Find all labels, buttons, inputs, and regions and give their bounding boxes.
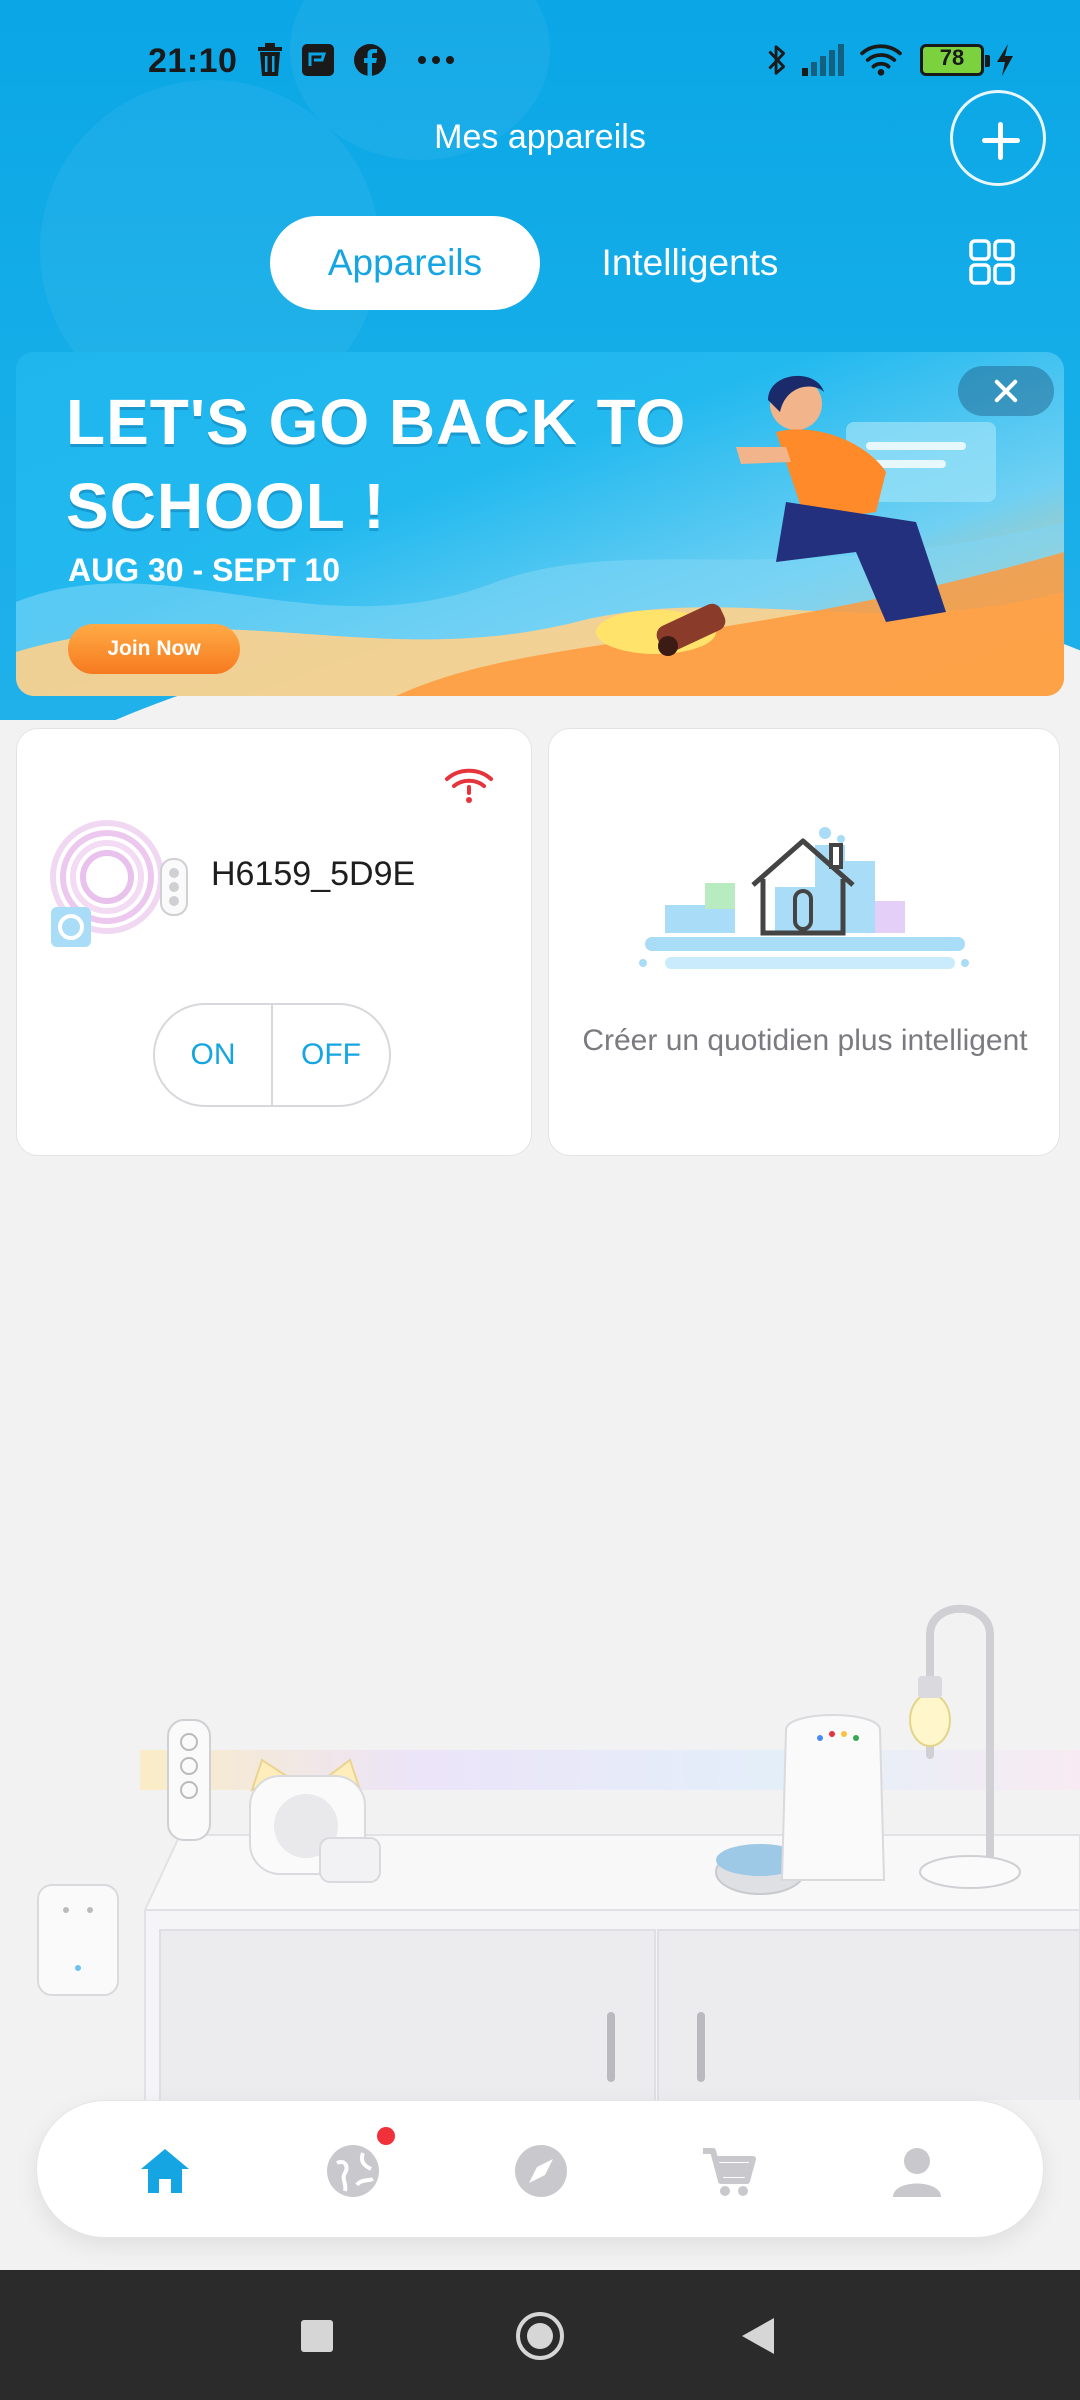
system-nav-bar xyxy=(0,2270,1080,2400)
page-title: Mes appareils xyxy=(434,118,646,156)
light-strip-icon xyxy=(50,820,188,947)
trash-icon xyxy=(258,43,282,76)
user-icon[interactable] xyxy=(887,2141,947,2201)
more-icon xyxy=(418,56,454,64)
banner-dates: AUG 30 - SEPT 10 xyxy=(68,552,341,588)
on-button[interactable]: ON xyxy=(155,1005,271,1105)
home-button[interactable] xyxy=(516,2312,564,2360)
smart-card-text: Créer un quotidien plus intelligent xyxy=(582,1024,1028,1057)
banner-headline-line1: LET'S GO BACK TO xyxy=(66,386,687,458)
bluetooth-icon xyxy=(768,45,786,75)
app-icon xyxy=(302,44,334,76)
home-icon[interactable] xyxy=(135,2141,195,2201)
banner-headline: LET'S GO BACK TO SCHOOL ! xyxy=(66,380,686,548)
battery-level: 78 xyxy=(939,45,965,70)
empty-state-illustration xyxy=(37,1604,1080,2100)
close-icon[interactable] xyxy=(958,366,1054,416)
bottom-nav xyxy=(36,2100,1044,2238)
wifi-disconnected-icon xyxy=(445,768,493,803)
cart-icon[interactable] xyxy=(699,2141,759,2201)
charging-icon xyxy=(997,44,1013,76)
status-bar: 21:10 78 xyxy=(0,30,1080,94)
battery-icon: 78 xyxy=(920,44,990,76)
tab-appareils[interactable]: Appareils xyxy=(270,216,540,310)
signal-icon xyxy=(802,44,844,76)
recents-button[interactable] xyxy=(301,2320,333,2352)
off-button[interactable]: OFF xyxy=(273,1005,389,1105)
device-name: H6159_5D9E xyxy=(211,855,416,893)
grid-icon[interactable] xyxy=(968,238,1016,286)
power-toggle: ON OFF xyxy=(153,1003,391,1107)
wifi-icon xyxy=(860,44,902,76)
status-time: 21:10 xyxy=(148,42,238,80)
smart-routine-card[interactable]: Créer un quotidien plus intelligent xyxy=(548,728,1060,1156)
device-card[interactable]: H6159_5D9E ON OFF xyxy=(16,728,532,1156)
notification-dot xyxy=(377,2127,395,2145)
back-button[interactable] xyxy=(742,2318,774,2354)
smart-home-illustration xyxy=(639,827,969,969)
join-now-button[interactable]: Join Now xyxy=(68,624,240,674)
compass-icon[interactable] xyxy=(511,2141,571,2201)
banner-headline-line2: SCHOOL ! xyxy=(66,470,386,542)
add-device-button[interactable] xyxy=(950,90,1046,186)
tab-intelligents[interactable]: Intelligents xyxy=(560,216,820,310)
globe-icon[interactable] xyxy=(323,2141,383,2201)
facebook-icon xyxy=(354,44,386,76)
promo-banner[interactable]: LET'S GO BACK TO SCHOOL ! AUG 30 - SEPT … xyxy=(16,352,1064,696)
